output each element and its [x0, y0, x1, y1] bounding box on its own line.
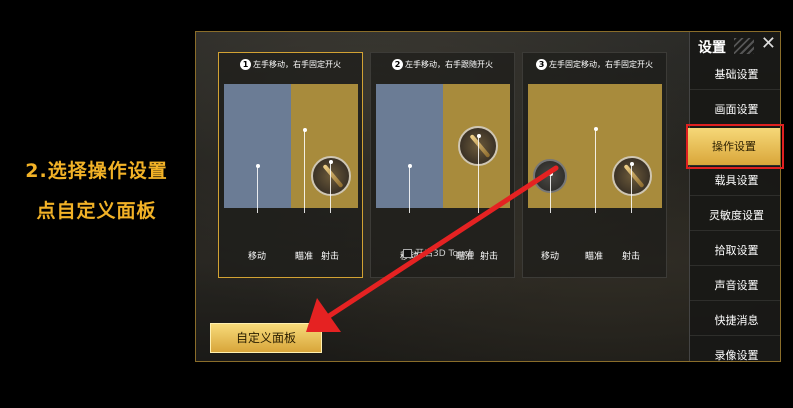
card-title: 1 左手移动，右手固定开火 — [219, 59, 362, 70]
label-aim: 瞄准 — [294, 252, 314, 262]
close-icon[interactable]: ✕ — [761, 35, 776, 53]
fire-line — [631, 164, 632, 213]
card-number-badge: 2 — [392, 59, 403, 70]
aim-line — [304, 130, 305, 213]
screenshot-stage: 2.选择操作设置 点自定义面板 1 左手移动，右手固定开火 移动 瞄准 射击 2… — [0, 0, 793, 408]
card-number-badge: 3 — [536, 59, 547, 70]
card-title-text: 左手移动，右手跟随开火 — [405, 60, 493, 69]
move-line — [409, 166, 410, 213]
sidebar-item-sensitivity[interactable]: 灵敏度设置 — [690, 201, 780, 231]
custom-panel-button[interactable]: 自定义面板 — [210, 323, 322, 353]
layout-preview — [224, 84, 358, 213]
layout-preview — [528, 84, 662, 213]
sidebar-item-pickup[interactable]: 拾取设置 — [690, 236, 780, 266]
label-move: 移动 — [540, 252, 560, 262]
3d-touch-label: 开启3D Touch — [415, 249, 475, 259]
fire-line — [478, 136, 479, 213]
instruction-detail: 点自定义面板 — [36, 200, 157, 222]
control-layout-card-1[interactable]: 1 左手移动，右手固定开火 移动 瞄准 射击 — [218, 52, 363, 278]
label-aim: 瞄准 — [584, 252, 604, 262]
highlight-box — [686, 124, 784, 169]
sidebar-item-vehicle[interactable]: 载具设置 — [690, 166, 780, 196]
layout-preview — [376, 84, 510, 213]
decorative-stripes — [734, 38, 754, 54]
move-line — [550, 174, 551, 213]
label-fire: 射击 — [479, 252, 499, 262]
sidebar-item-recording[interactable]: 录像设置 — [690, 341, 780, 361]
3d-touch-option[interactable]: 开启3D Touch — [403, 246, 474, 259]
card-number-badge: 1 — [240, 59, 251, 70]
sidebar-item-quick-messages[interactable]: 快捷消息 — [690, 306, 780, 336]
instruction-step: 2.选择操作设置 — [25, 160, 168, 182]
control-layout-card-3[interactable]: 3 左手固定移动，右手固定开火 移动 瞄准 射击 — [522, 52, 667, 278]
card-title-text: 左手固定移动，右手固定开火 — [549, 60, 653, 69]
label-fire: 射击 — [621, 252, 641, 262]
card-title-text: 左手移动，右手固定开火 — [253, 60, 341, 69]
move-line — [257, 166, 258, 213]
sidebar-item-audio[interactable]: 声音设置 — [690, 271, 780, 301]
label-fire: 射击 — [320, 252, 340, 262]
3d-touch-checkbox[interactable] — [403, 249, 412, 258]
sidebar-header: 设置 ✕ — [690, 32, 780, 60]
card-title: 3 左手固定移动，右手固定开火 — [523, 59, 666, 70]
sidebar-item-basic[interactable]: 基础设置 — [690, 60, 780, 90]
settings-title: 设置 — [698, 40, 726, 56]
sidebar-item-graphics[interactable]: 画面设置 — [690, 95, 780, 125]
settings-sidebar: 设置 ✕ 基础设置 画面设置 操作设置 载具设置 灵敏度设置 拾取设置 声音设置… — [686, 32, 780, 361]
control-layout-card-2[interactable]: 2左手移动，右手跟随开火 移动 瞄准 射击 开启3D Touch — [370, 52, 515, 278]
aim-line — [595, 129, 596, 213]
card-title: 2 左手移动，右手跟随开火 — [371, 59, 514, 70]
fire-line — [330, 162, 331, 213]
game-settings-window: 1 左手移动，右手固定开火 移动 瞄准 射击 2 左手移动，右手跟随开火 瞄准 … — [195, 31, 781, 362]
label-move: 移动 — [247, 252, 267, 262]
